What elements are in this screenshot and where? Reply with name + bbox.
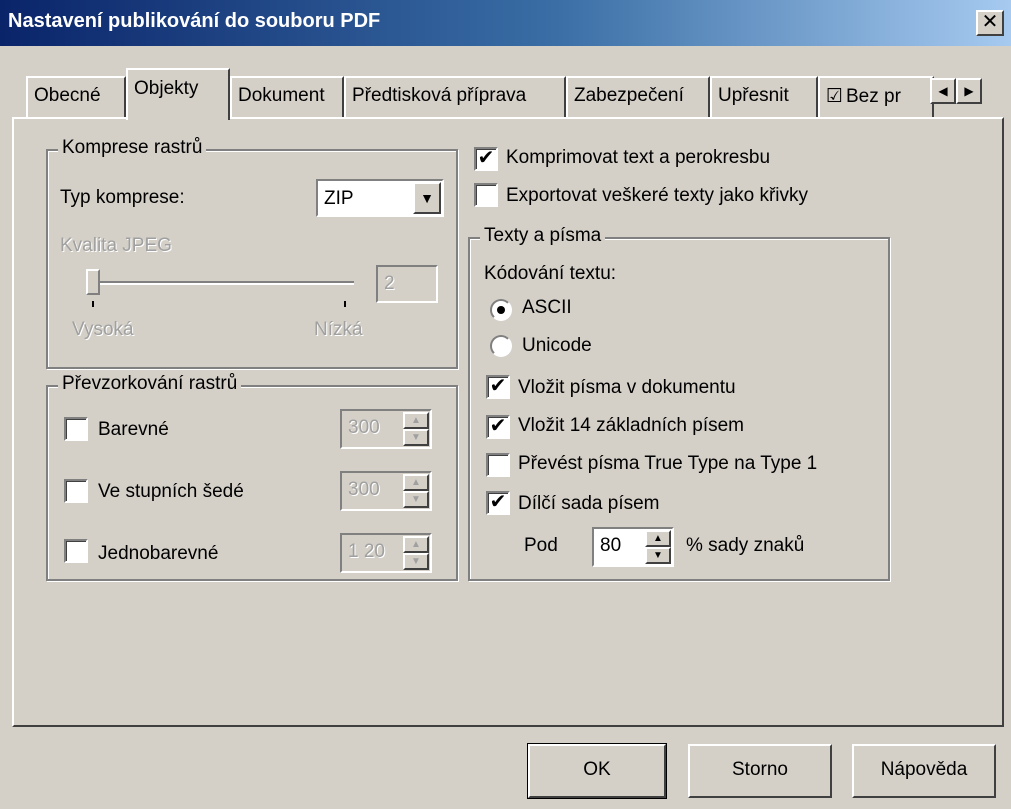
subset-threshold-stepper[interactable]: ▲ ▼ — [645, 530, 671, 564]
mono-dpi-value: 1 20 — [348, 541, 385, 562]
compression-type-value: ZIP — [324, 188, 354, 209]
font-subset-label: Dílčí sada písem — [518, 493, 660, 514]
close-button[interactable]: ✕ — [976, 10, 1004, 36]
tab-obecne[interactable]: Obecné — [26, 76, 126, 118]
color-resample-checkbox[interactable] — [64, 417, 88, 441]
color-resample-label: Barevné — [98, 419, 169, 440]
mono-dpi-input[interactable]: 1 20 ▲ ▼ — [340, 533, 432, 573]
checklist-icon: ☑ — [826, 86, 844, 107]
check-icon: ✔ — [489, 491, 507, 513]
tab-zabezpeceni[interactable]: Zabezpečení — [566, 76, 710, 118]
slider-high-label: Vysoká — [72, 319, 134, 340]
gray-resample-checkbox[interactable] — [64, 479, 88, 503]
window-title: Nastavení publikování do souboru PDF — [8, 10, 381, 32]
mono-dpi-stepper[interactable]: ▲ ▼ — [403, 536, 429, 570]
slider-tick — [92, 301, 94, 307]
tab-upresnit[interactable]: Upřesnit — [710, 76, 818, 118]
compress-text-checkbox[interactable]: ✔ — [474, 147, 498, 171]
tab-scroll-left[interactable]: ◀ — [930, 78, 956, 104]
jpeg-quality-value: 2 — [384, 273, 395, 294]
tab-label: Bez pr — [846, 86, 901, 107]
tab-label: Upřesnit — [718, 85, 789, 106]
tab-objekty[interactable]: Objekty — [126, 68, 230, 120]
gray-resample-label: Ve stupních šedé — [98, 481, 244, 502]
tab-label: Předtisková příprava — [352, 85, 527, 106]
unicode-label: Unicode — [522, 335, 592, 356]
chevron-down-icon: ▼ — [420, 190, 434, 206]
color-dpi-input[interactable]: 300 ▲ ▼ — [340, 409, 432, 449]
compression-type-label: Typ komprese: — [60, 187, 185, 208]
arrow-right-icon: ▶ — [964, 84, 974, 98]
tab-bez-preflight[interactable]: ☑ Bez pr — [818, 76, 934, 118]
embed-base14-checkbox[interactable]: ✔ — [486, 415, 510, 439]
embed-fonts-label: Vložit písma v dokumentu — [518, 377, 736, 398]
embed-fonts-checkbox[interactable]: ✔ — [486, 375, 510, 399]
jpeg-quality-input[interactable]: 2 — [376, 265, 438, 303]
jpeg-quality-label: Kvalita JPEG — [60, 235, 172, 256]
tab-label: Objekty — [134, 78, 199, 99]
dropdown-button[interactable]: ▼ — [413, 182, 441, 214]
color-dpi-stepper[interactable]: ▲ ▼ — [403, 412, 429, 446]
subset-threshold-input[interactable]: 80 ▲ ▼ — [592, 527, 674, 567]
jpeg-quality-slider[interactable] — [86, 269, 100, 295]
ascii-label: ASCII — [522, 297, 572, 318]
slider-tick — [344, 301, 346, 307]
tab-label: Zabezpečení — [574, 85, 684, 106]
mono-resample-label: Jednobarevné — [98, 543, 219, 564]
tab-scroll-right[interactable]: ▶ — [956, 78, 982, 104]
raster-compression-group: Komprese rastrů Typ komprese: ZIP ▼ Kval… — [46, 137, 458, 369]
encoding-label: Kódování textu: — [484, 263, 617, 284]
convert-truetype-checkbox[interactable] — [486, 453, 510, 477]
tab-predtiskova-priprava[interactable]: Předtisková příprava — [344, 76, 566, 118]
tab-panel: Komprese rastrů Typ komprese: ZIP ▼ Kval… — [12, 117, 1004, 727]
gray-dpi-stepper[interactable]: ▲ ▼ — [403, 474, 429, 508]
slider-low-label: Nízká — [314, 319, 363, 340]
export-curves-checkbox[interactable] — [474, 183, 498, 207]
subset-threshold-value: 80 — [600, 535, 622, 556]
text-fonts-group: Texty a písma Kódování textu: ASCII Unic… — [468, 225, 890, 581]
close-icon: ✕ — [981, 11, 999, 33]
arrow-left-icon: ◀ — [938, 84, 948, 98]
resampling-legend: Převzorkování rastrů — [58, 373, 242, 395]
tab-label: Obecné — [34, 85, 101, 106]
font-subset-checkbox[interactable]: ✔ — [486, 491, 510, 515]
tab-label: Dokument — [238, 85, 325, 106]
check-icon: ✔ — [489, 415, 507, 437]
raster-compression-legend: Komprese rastrů — [58, 137, 207, 159]
compression-type-select[interactable]: ZIP ▼ — [316, 179, 444, 217]
unicode-radio[interactable] — [490, 335, 512, 357]
resampling-group: Převzorkování rastrů Barevné 300 ▲ ▼ Ve s… — [46, 373, 458, 581]
under-label: Pod — [524, 535, 558, 556]
gray-dpi-value: 300 — [348, 479, 380, 500]
text-fonts-legend: Texty a písma — [480, 225, 606, 247]
tab-dokument[interactable]: Dokument — [230, 76, 344, 118]
check-icon: ✔ — [477, 147, 495, 169]
embed-base14-label: Vložit 14 základních písem — [518, 415, 745, 436]
compress-text-label: Komprimovat text a perokresbu — [506, 147, 771, 168]
color-dpi-value: 300 — [348, 417, 380, 438]
cancel-button[interactable]: Storno — [688, 744, 832, 798]
mono-resample-checkbox[interactable] — [64, 539, 88, 563]
help-button[interactable]: Nápověda — [852, 744, 996, 798]
title-bar: Nastavení publikování do souboru PDF ✕ — [0, 0, 1011, 46]
ok-button[interactable]: OK — [527, 743, 667, 799]
jpeg-quality-track — [92, 281, 354, 285]
percent-label: % sady znaků — [686, 535, 805, 556]
export-curves-label: Exportovat veškeré texty jako křivky — [506, 185, 808, 206]
convert-truetype-label: Převést písma True Type na Type 1 — [518, 453, 818, 474]
check-icon: ✔ — [489, 375, 507, 397]
ascii-radio[interactable] — [490, 299, 512, 321]
gray-dpi-input[interactable]: 300 ▲ ▼ — [340, 471, 432, 511]
